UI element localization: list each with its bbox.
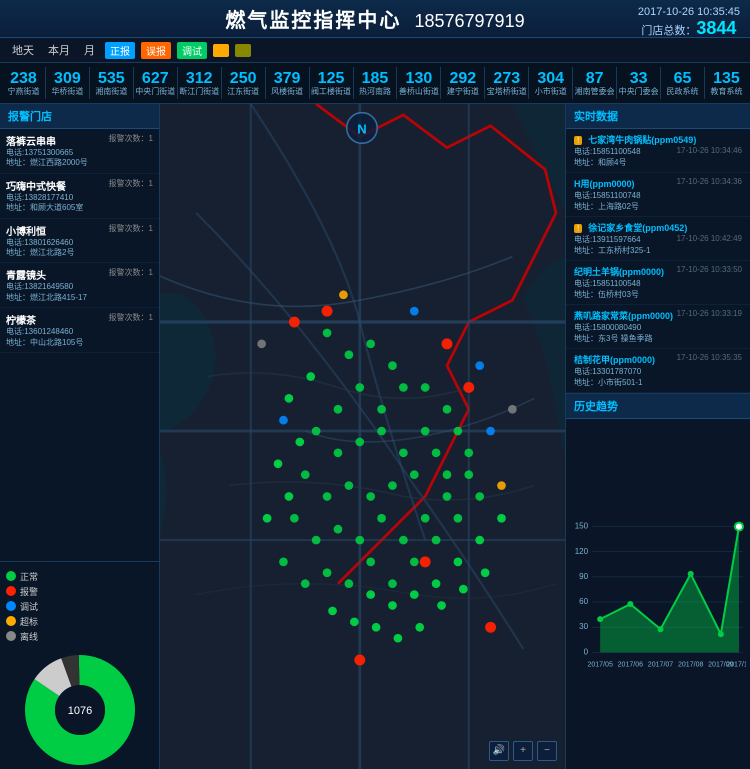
history-section: 历史趋势 150 120 90 60 30 0: [566, 394, 750, 769]
stat-379[interactable]: 379 风楼街道: [266, 67, 310, 99]
pie-chart-container: 1076: [0, 651, 159, 769]
nav-bar: 地天 本月 月 正报 误报 调试: [0, 38, 750, 63]
history-title: 历史趋势: [566, 394, 750, 419]
realtime-item-3[interactable]: 纪明土羊锅(ppm0000) 17-10-26 10:33:50 电话:1585…: [566, 261, 750, 305]
stat-87[interactable]: 87 湘南管委会: [573, 67, 617, 99]
realtime-title: 实时数据: [566, 104, 750, 129]
realtime-list: ! 七家湾牛肉锅贴(ppm0549) 17-10-26 10:34:46 电话:…: [566, 129, 750, 393]
nav-tag-other[interactable]: [235, 44, 251, 57]
alert-badge: !: [574, 136, 582, 145]
stat-292[interactable]: 292 建宁街道: [441, 67, 485, 99]
header-phone: 18576797919: [414, 11, 524, 31]
right-panel: 实时数据 ! 七家湾牛肉锅贴(ppm0549) 17-10-26 10:34:4…: [565, 104, 750, 769]
stat-238[interactable]: 238 宁燕街道: [2, 67, 46, 99]
stat-65[interactable]: 65 民政系统: [661, 67, 705, 99]
svg-text:0: 0: [584, 647, 589, 656]
alert-section-title: 报警门店: [0, 104, 159, 129]
header-datetime: 2017-10-26 10:35:45 门店总数：3844: [638, 6, 740, 39]
left-panel: 报警门店 落裤云串串报警次数：1 电话:13751300665地址：燃江西路20…: [0, 104, 160, 769]
map-controls: 🔊 + −: [489, 741, 557, 761]
svg-text:90: 90: [579, 572, 588, 581]
map-ctrl-sound[interactable]: 🔊: [489, 741, 509, 761]
alert-badge-2: !: [574, 224, 582, 233]
legend-offline: 离线: [6, 630, 153, 643]
realtime-item-5[interactable]: 桔制花甲(ppm0000) 17-10-26 10:35:35 电话:13301…: [566, 349, 750, 393]
chart-svg: 150 120 90 60 30 0: [570, 423, 746, 765]
svg-text:120: 120: [575, 547, 589, 556]
stat-312[interactable]: 312 断江门街道: [178, 67, 222, 99]
nav-tag-false[interactable]: 误报: [141, 42, 171, 59]
legend-dot-normal: [6, 571, 16, 581]
legend-normal: 正常: [6, 570, 153, 583]
svg-text:60: 60: [579, 597, 588, 606]
header: 燃气监控指挥中心 18576797919 2017-10-26 10:35:45…: [0, 0, 750, 38]
history-chart: 150 120 90 60 30 0: [566, 419, 750, 769]
nav-btn-month2[interactable]: 月: [80, 41, 99, 59]
stat-309[interactable]: 309 华桥街道: [46, 67, 90, 99]
svg-text:2017/10: 2017/10: [726, 661, 746, 668]
stat-250[interactable]: 250 江东街道: [222, 67, 266, 99]
svg-text:2017/07: 2017/07: [648, 661, 674, 668]
nav-tag-debug[interactable]: 调试: [177, 42, 207, 59]
stat-125[interactable]: 125 阀工楼街道: [310, 67, 354, 99]
legend-dot-offline: [6, 631, 16, 641]
svg-text:30: 30: [579, 622, 588, 631]
stat-627[interactable]: 627 中央门街道: [134, 67, 178, 99]
realtime-item-2[interactable]: ! 徐记家乡食堂(ppm0452) 17-10-26 10:42:49 电话:1…: [566, 217, 750, 261]
stat-273[interactable]: 273 宝塔桥街道: [485, 67, 529, 99]
svg-text:2017/06: 2017/06: [618, 661, 644, 668]
nav-tag-warn[interactable]: [213, 44, 229, 57]
alert-item-0[interactable]: 落裤云串串报警次数：1 电话:13751300665地址：燃江西路2000号: [0, 129, 159, 174]
svg-text:1076: 1076: [67, 705, 91, 717]
alert-item-4[interactable]: 柠檬茶报警次数：1 电话:13601248460地址：中山北路105号: [0, 308, 159, 353]
alert-item-3[interactable]: 青露镜头报警次数：1 电话:13821649580地址：燃江北路415-17: [0, 263, 159, 308]
map-ctrl-zoom-out[interactable]: −: [537, 741, 557, 761]
realtime-item-0[interactable]: ! 七家湾牛肉锅贴(ppm0549) 17-10-26 10:34:46 电话:…: [566, 129, 750, 173]
legend-dot-alert: [6, 586, 16, 596]
legend-alert: 报警: [6, 585, 153, 598]
stat-130[interactable]: 130 善桥山街道: [397, 67, 441, 99]
stat-33[interactable]: 33 中央门委会: [617, 67, 661, 99]
header-title: 燃气监控指挥中心: [225, 10, 401, 32]
stat-535[interactable]: 535 湘南街道: [90, 67, 134, 99]
map-ctrl-zoom-in[interactable]: +: [513, 741, 533, 761]
stats-row: 238 宁燕街道 309 华桥街道 535 湘南街道 627 中央门街道 312…: [0, 63, 750, 104]
nav-tag-normal[interactable]: 正报: [105, 42, 135, 59]
alert-list: 落裤云串串报警次数：1 电话:13751300665地址：燃江西路2000号 巧…: [0, 129, 159, 561]
svg-text:2017/08: 2017/08: [678, 661, 704, 668]
alert-item-1[interactable]: 巧嗨中式快餐报警次数：1 电话:13828177410地址：和顾大道605室: [0, 174, 159, 219]
alert-item-2[interactable]: 小博利恒报警次数：1 电话:13801626460地址：燃江北路2号: [0, 219, 159, 264]
legend-debug: 调试: [6, 600, 153, 613]
legend-section: 正常 报警 调试 超标 离线: [0, 561, 159, 651]
realtime-item-1[interactable]: H用(ppm0000) 17-10-26 10:34:36 电话:1585110…: [566, 173, 750, 217]
legend-over: 超标: [6, 615, 153, 628]
legend-dot-debug: [6, 601, 16, 611]
legend-dot-over: [6, 616, 16, 626]
pie-chart: 1076: [25, 655, 135, 765]
main-content: 报警门店 落裤云串串报警次数：1 电话:13751300665地址：燃江西路20…: [0, 104, 750, 769]
stat-135[interactable]: 135 教育系统: [705, 67, 748, 99]
realtime-item-4[interactable]: 燕叽路家常菜(ppm0000) 17-10-26 10:33:19 电话:158…: [566, 305, 750, 349]
svg-text:2017/05: 2017/05: [587, 661, 613, 668]
svg-text:N: N: [357, 121, 366, 136]
nav-btn-month[interactable]: 本月: [44, 41, 74, 59]
map-svg: N: [160, 104, 565, 769]
svg-text:150: 150: [575, 522, 589, 531]
stat-185[interactable]: 185 热河南路: [354, 67, 398, 99]
map-area[interactable]: N 🔊 + −: [160, 104, 565, 769]
nav-btn-today[interactable]: 地天: [8, 41, 38, 59]
stat-304[interactable]: 304 小市街道: [529, 67, 573, 99]
